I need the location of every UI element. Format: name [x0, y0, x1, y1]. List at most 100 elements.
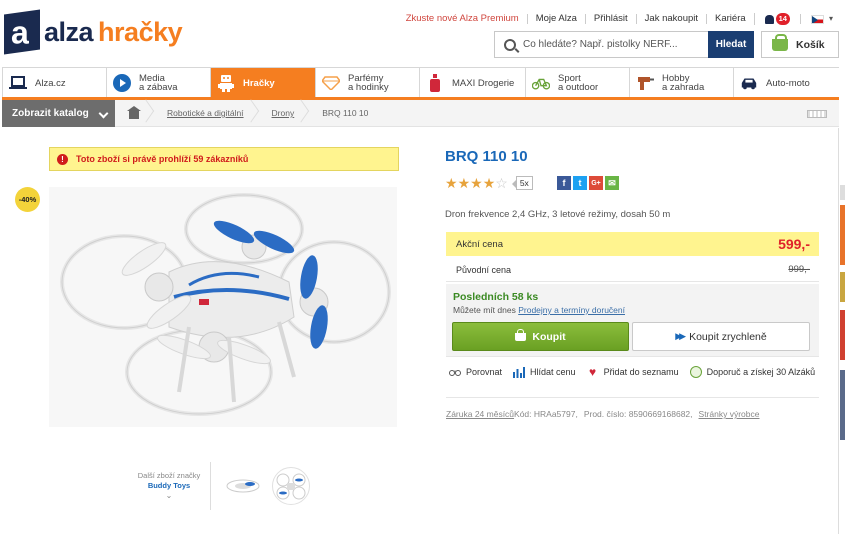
nav-hobby[interactable]: Hobby a zahrada	[630, 68, 734, 98]
viewers-notice: ! Toto zboží si právě prohlíží 59 zákazn…	[49, 147, 399, 171]
original-price: 999,-	[788, 264, 810, 275]
nav-sport[interactable]: Sport a outdoor	[526, 68, 630, 98]
discount-badge: -40%	[15, 187, 40, 212]
email-icon[interactable]: ✉	[605, 176, 619, 190]
logo-alza-word: alza	[44, 16, 94, 47]
add-to-list-action[interactable]: ♥ Přidat do seznamu	[587, 365, 679, 379]
product-meta: Záruka 24 měsíců Kód: HRAa5797, Prod. čí…	[446, 409, 759, 419]
notice-text: Toto zboží si právě prohlíží 59 zákazník…	[76, 154, 249, 164]
meta-divider	[446, 397, 819, 398]
availability: Můžete mít dnes Prodejny a termíny doruč…	[453, 305, 625, 315]
rating[interactable]: ★ ★ ★ ★ ☆ 5x	[445, 176, 533, 190]
nav-label-sub: a zahrada	[662, 82, 705, 93]
alert-icon: !	[57, 153, 68, 165]
side-strip-1	[840, 185, 845, 200]
chevron-down-icon: ⌄	[165, 491, 173, 500]
recommend-icon	[689, 366, 702, 378]
nav-alza[interactable]: Alza.cz	[3, 68, 107, 98]
availability-text: Můžete mít dnes	[453, 305, 516, 315]
category-nav: Alza.cz Media a zábava Hračky Parfémy a ho…	[2, 67, 840, 98]
thumbnail-1[interactable]	[224, 467, 262, 505]
nav-parfemy[interactable]: Parfémy a hodinky	[316, 68, 420, 98]
breadcrumb-current: BRQ 110 10	[322, 108, 369, 118]
sale-price-label: Akční cena	[456, 238, 503, 250]
cart-label: Košík	[796, 38, 825, 51]
search-button[interactable]: Hledat	[708, 31, 754, 58]
nav-media[interactable]: Media a zábava	[107, 68, 211, 98]
breadcrumb: Zobrazit katalog Robotické a digitální D…	[2, 99, 839, 127]
chevron-down-icon: ▾	[828, 14, 833, 23]
watch-price-label: Hlídat cenu	[530, 367, 576, 377]
grid-view-icon[interactable]	[807, 110, 827, 118]
logo-text: alza hračky	[44, 16, 183, 48]
heart-icon: ♥	[589, 365, 597, 379]
google-plus-icon[interactable]: G+	[589, 176, 603, 190]
link-how-to-buy[interactable]: Jak nakoupit	[635, 14, 706, 24]
original-price-label: Původní cena	[456, 264, 512, 275]
twitter-icon[interactable]: t	[573, 176, 587, 190]
thumbnail-2[interactable]	[272, 467, 310, 505]
product-image[interactable]	[49, 187, 397, 427]
link-my-alza[interactable]: Moje Alza	[526, 14, 585, 24]
bar-chart-icon	[513, 366, 526, 378]
original-price-row: Původní cena 999,-	[446, 258, 819, 282]
link-premium[interactable]: Zkuste nové Alza Premium	[398, 14, 527, 24]
cart-button[interactable]: Košík	[761, 31, 839, 58]
breadcrumb-drones[interactable]: Drony	[258, 100, 309, 127]
brand-more-link[interactable]: Další zboží značky Buddy Toys ⌄	[131, 471, 207, 501]
robot-icon	[217, 74, 235, 92]
compare-action[interactable]: Porovnat	[449, 366, 502, 378]
czech-flag-icon	[810, 14, 824, 24]
nav-label: MAXI Drogerie	[452, 77, 515, 89]
recommend-action[interactable]: Doporuč a získej 30 Alzáků	[689, 366, 816, 378]
manufacturer-link[interactable]: Stránky výrobce	[699, 409, 760, 419]
star-full-icon: ★	[457, 175, 471, 191]
bell-icon	[764, 14, 774, 24]
top-links: Zkuste nové Alza Premium Moje Alza Přihl…	[398, 13, 835, 25]
link-login[interactable]: Přihlásit	[584, 14, 636, 24]
star-full-icon: ★	[445, 175, 458, 191]
buy-button[interactable]: Koupit	[452, 322, 629, 351]
show-catalog-button[interactable]: Zobrazit katalog	[2, 99, 115, 127]
facebook-icon[interactable]: f	[557, 176, 571, 190]
page-edge-line	[838, 128, 839, 534]
logo-mark: a	[4, 9, 40, 55]
nav-label: Auto-moto	[766, 77, 810, 89]
drill-icon	[636, 74, 654, 92]
buy-label: Koupit	[532, 330, 566, 343]
add-to-list-label: Přidat do seznamu	[603, 367, 679, 377]
home-icon	[127, 105, 141, 119]
alza-logo[interactable]: a alza hračky	[4, 9, 183, 55]
notifications[interactable]: 14	[753, 13, 800, 25]
warranty-link[interactable]: Záruka 24 měsíců	[446, 409, 514, 419]
side-strip-2	[840, 205, 845, 265]
star-full-icon: ★	[470, 175, 483, 191]
basket-icon	[515, 328, 527, 341]
nav-auto[interactable]: Auto-moto	[734, 68, 840, 98]
nav-hracky[interactable]: Hračky	[211, 68, 316, 98]
bottle-icon	[426, 74, 444, 92]
basket-icon	[772, 33, 788, 51]
compare-label: Porovnat	[466, 367, 503, 377]
language-selector[interactable]: ▾	[799, 14, 835, 24]
breadcrumb-home[interactable]	[115, 100, 153, 127]
social-share: f t G+ ✉	[557, 176, 621, 190]
recommend-label: Doporuč a získej 30 Alzáků	[706, 367, 816, 377]
buy-box: Posledních 58 ks Můžete mít dnes Prodejn…	[446, 284, 819, 357]
star-full-icon: ★	[482, 175, 496, 191]
nav-drogerie[interactable]: MAXI Drogerie	[420, 68, 526, 98]
rating-count[interactable]: 5x	[511, 176, 533, 190]
diamond-icon	[322, 74, 340, 92]
breadcrumb-robotic[interactable]: Robotické a digitální	[153, 100, 258, 127]
car-icon	[740, 74, 758, 92]
star-empty-icon: ☆	[495, 175, 508, 191]
scale-icon	[449, 366, 461, 378]
delivery-link[interactable]: Prodejny a termíny doručení	[518, 305, 625, 315]
quick-buy-button[interactable]: ▶▶ Koupit zrychleně	[632, 322, 810, 351]
nav-label: Hračky	[243, 77, 275, 89]
product-number: Prod. číslo: 8590669168682,	[583, 409, 693, 419]
drone-image	[49, 187, 397, 427]
product-actions: Porovnat Hlídat cenu ♥ Přidat do seznamu…	[449, 365, 826, 379]
link-career[interactable]: Kariéra	[706, 14, 754, 24]
watch-price-action[interactable]: Hlídat cenu	[513, 366, 576, 378]
